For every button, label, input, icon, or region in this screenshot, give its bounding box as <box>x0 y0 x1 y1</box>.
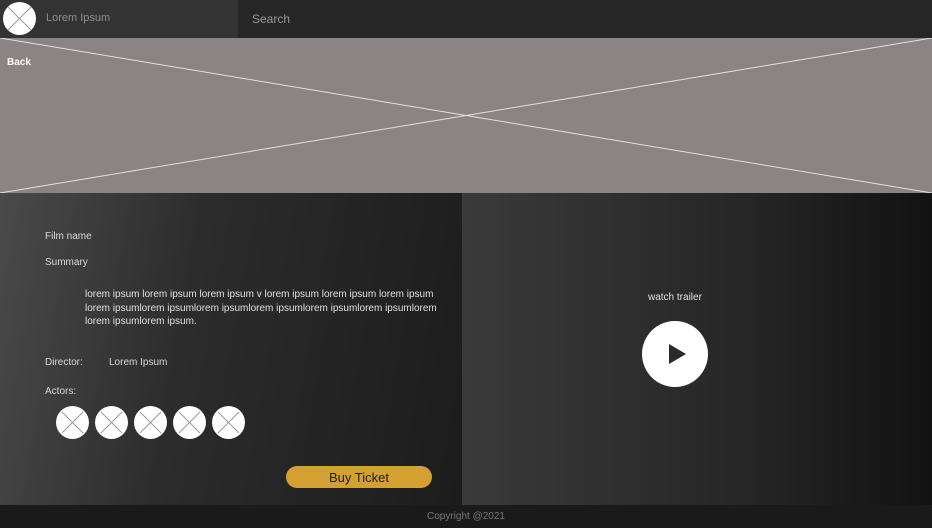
film-details-panel: Film name Summary lorem ipsum lorem ipsu… <box>0 193 462 505</box>
hero-image-placeholder: Back <box>0 38 932 193</box>
director-label: Director: <box>45 357 83 368</box>
actors-list <box>56 406 245 440</box>
summary-text: lorem ipsum lorem ipsum lorem ipsum v lo… <box>85 289 437 327</box>
director-value: Lorem Ipsum <box>109 357 168 368</box>
search-input[interactable] <box>238 0 932 38</box>
actor-avatar-icon[interactable] <box>173 406 206 439</box>
buy-ticket-button[interactable]: Buy Ticket <box>286 466 432 488</box>
actor-avatar-icon[interactable] <box>134 406 167 439</box>
summary-label: Summary <box>45 257 88 268</box>
film-name: Film name <box>45 231 92 242</box>
footer: Copyright @2021 <box>0 505 932 528</box>
brand-name: Lorem Ipsum <box>46 12 111 24</box>
brand-area: Lorem Ipsum <box>0 0 238 38</box>
actor-avatar-icon[interactable] <box>212 406 245 439</box>
watch-trailer-label: watch trailer <box>648 292 702 303</box>
actor-avatar-icon[interactable] <box>95 406 128 439</box>
top-bar: Lorem Ipsum <box>0 0 932 38</box>
play-icon <box>669 344 686 364</box>
copyright-text: Copyright @2021 <box>427 511 505 522</box>
play-button[interactable] <box>642 321 708 387</box>
back-link[interactable]: Back <box>7 57 31 68</box>
actors-label: Actors: <box>45 386 77 397</box>
logo-placeholder-icon[interactable] <box>3 2 36 35</box>
actor-avatar-icon[interactable] <box>56 406 89 439</box>
trailer-panel: watch trailer <box>462 193 932 505</box>
